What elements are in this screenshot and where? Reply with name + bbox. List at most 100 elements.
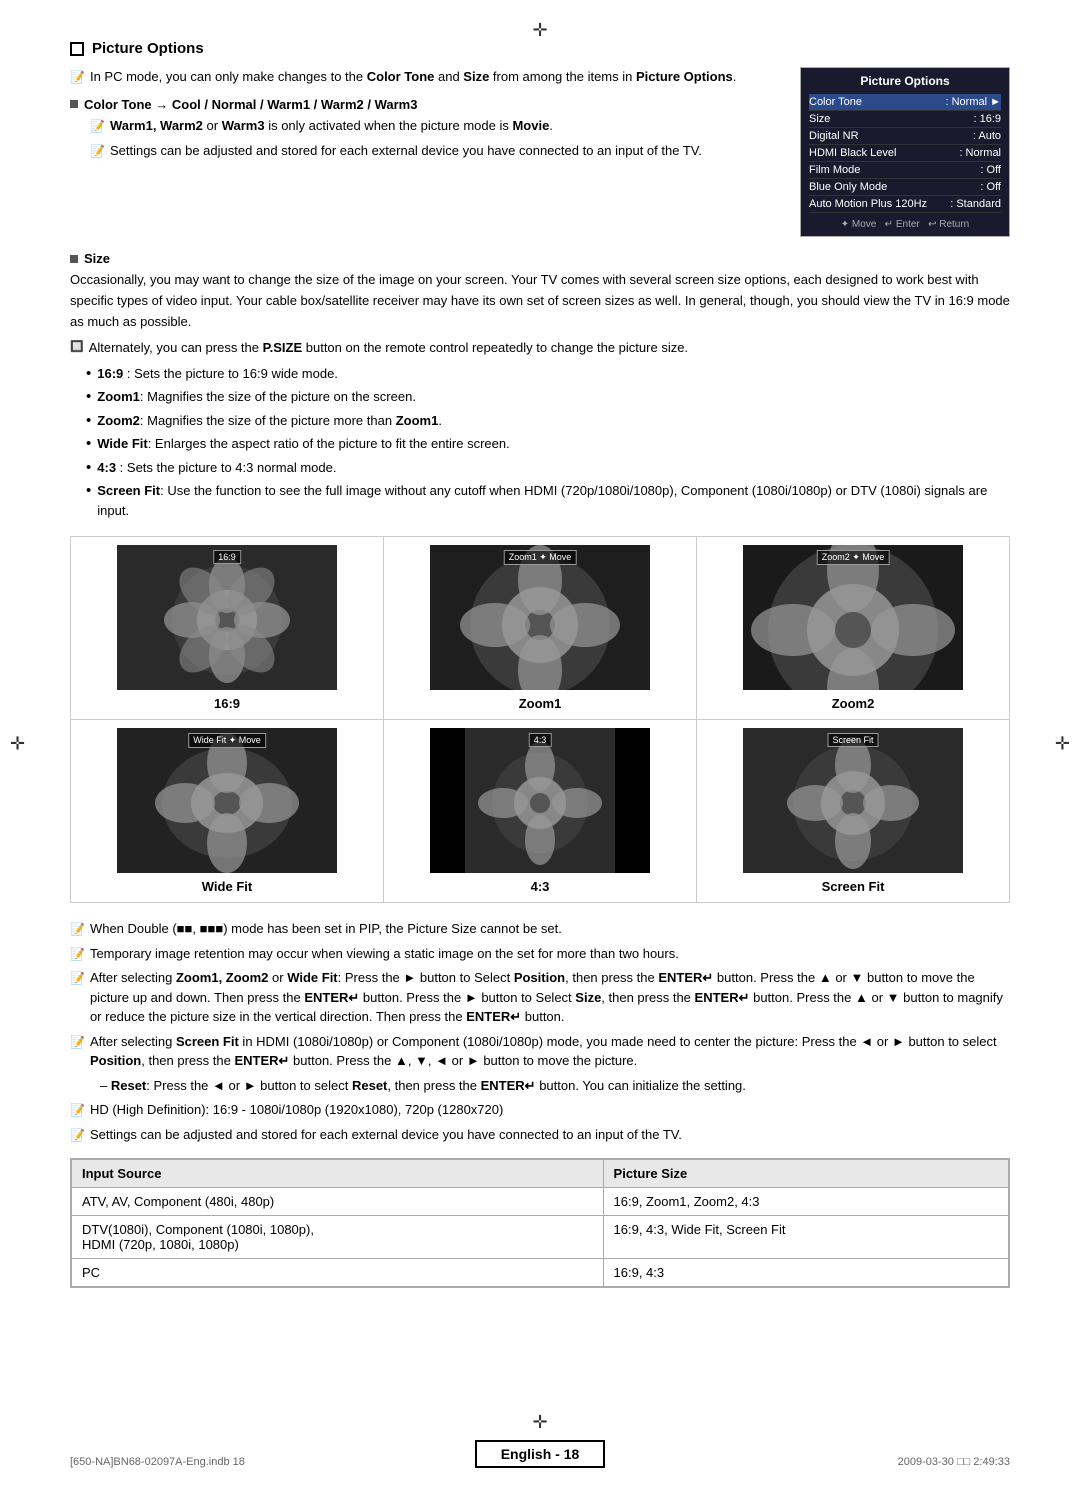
po-label-size: Size (809, 113, 830, 125)
bullet-zoom2: • Zoom2: Magnifies the size of the pictu… (86, 411, 1010, 431)
image-cell-43: 4:3 4 (384, 720, 697, 902)
img-tag-169: 16:9 (213, 550, 241, 564)
po-row-auto-motion: Auto Motion Plus 120Hz : Standard (809, 196, 1001, 213)
footer-english-label: English - 18 (475, 1440, 606, 1468)
table-cell-dtv-size: 16:9, 4:3, Wide Fit, Screen Fit (603, 1216, 1008, 1259)
note-symbol: 📝 (70, 68, 85, 86)
bullet-dot-zoom1: • (86, 387, 91, 407)
po-row-film-mode: Film Mode : Off (809, 162, 1001, 179)
bullet-dot-zoom2: • (86, 411, 91, 431)
po-label-auto-motion: Auto Motion Plus 120Hz (809, 198, 927, 210)
top-text: 📝 In PC mode, you can only make changes … (70, 67, 780, 237)
size-note-psize: 🔲 Alternately, you can press the P.SIZE … (70, 338, 1010, 358)
image-cell-zoom1: Zoom1 ✦ Move Zoom1 (384, 537, 697, 719)
img-label-screenfit: Screen Fit (822, 879, 885, 894)
flower-svg-zoom2 (743, 545, 963, 690)
po-row-digital-nr: Digital NR : Auto (809, 128, 1001, 145)
bottom-note-3: 📝 After selecting Zoom1, Zoom2 or Wide F… (70, 968, 1010, 1027)
section-heading: Picture Options (92, 40, 204, 57)
bn3-sym: 📝 (70, 969, 85, 987)
pc-mode-text: In PC mode, you can only make changes to… (90, 67, 736, 87)
table-row-atv: ATV, AV, Component (480i, 480p) 16:9, Zo… (72, 1188, 1009, 1216)
table-cell-atv-size: 16:9, Zoom1, Zoom2, 4:3 (603, 1188, 1008, 1216)
bn-hd-sym: 📝 (70, 1101, 85, 1119)
img-tag-zoom2: Zoom2 ✦ Move (817, 550, 890, 565)
size-section: Size Occasionally, you may want to chang… (70, 251, 1010, 520)
po-value-digital-nr: : Auto (973, 130, 1001, 142)
bottom-notes: 📝 When Double (■■, ■■■) mode has been se… (70, 919, 1010, 1144)
bullet-dot-widefit: • (86, 434, 91, 454)
po-value-color-tone: : Normal ► (945, 96, 1001, 108)
note-sym-2: 📝 (90, 142, 105, 160)
table-row-dtv: DTV(1080i), Component (1080i, 1080p),HDM… (72, 1216, 1009, 1259)
flower-image-screenfit: Screen Fit (743, 728, 963, 873)
note-sym-1: 📝 (90, 117, 105, 135)
color-tone-notes: 📝 Warm1, Warm2 or Warm3 is only activate… (70, 116, 780, 161)
img-label-zoom1: Zoom1 (519, 696, 562, 711)
images-row-1: 16:9 (71, 537, 1009, 720)
table-header-size: Picture Size (603, 1160, 1008, 1188)
image-cell-screenfit: Screen Fit Screen Fit (697, 720, 1009, 902)
flower-svg-169 (117, 545, 337, 690)
flower-image-zoom2: Zoom2 ✦ Move (743, 545, 963, 690)
images-grid: 16:9 (70, 536, 1010, 903)
table-cell-dtv-input: DTV(1080i), Component (1080i, 1080p),HDM… (72, 1216, 604, 1259)
size-heading: Size (70, 251, 1010, 266)
table-cell-pc-size: 16:9, 4:3 (603, 1259, 1008, 1287)
checkbox-icon (70, 42, 84, 56)
color-tone-heading: Color Tone → Cool / Normal / Warm1 / War… (70, 97, 780, 112)
bn2-sym: 📝 (70, 945, 85, 963)
flower-svg-zoom1 (430, 545, 650, 690)
bullet-zoom1: • Zoom1: Magnifies the size of the pictu… (86, 387, 1010, 407)
bn-settings-sym: 📝 (70, 1126, 85, 1144)
img-tag-screenfit: Screen Fit (827, 733, 878, 747)
po-box-title: Picture Options (809, 74, 1001, 88)
po-label-hdmi-black: HDMI Black Level (809, 147, 896, 159)
flower-svg-43 (430, 728, 650, 873)
input-source-table: Input Source Picture Size ATV, AV, Compo… (70, 1158, 1010, 1288)
flower-svg-widefit (117, 728, 337, 873)
image-cell-169: 16:9 (71, 537, 384, 719)
bullet-dot-169: • (86, 364, 91, 384)
pc-mode-note: 📝 In PC mode, you can only make changes … (70, 67, 780, 87)
po-label-color-tone: Color Tone (809, 96, 862, 108)
section-title: Picture Options (70, 40, 1010, 57)
po-row-blue-only: Blue Only Mode : Off (809, 179, 1001, 196)
size-intro: Occasionally, you may want to change the… (70, 270, 1010, 332)
crosshair-right-icon: ✛ (1055, 734, 1070, 755)
footer-left-text: [650-NA]BN68-02097A-Eng.indb 18 (70, 1456, 245, 1468)
po-value-film-mode: : Off (980, 164, 1001, 176)
bottom-note-4: 📝 After selecting Screen Fit in HDMI (10… (70, 1032, 1010, 1071)
po-value-size: : 16:9 (973, 113, 1001, 125)
footer-right-text: 2009-03-30 □□ 2:49:33 (898, 1456, 1010, 1468)
img-tag-zoom1: Zoom1 ✦ Move (504, 550, 577, 565)
crosshair-left-icon: ✛ (10, 734, 25, 755)
size-bullet-list: • 16:9 : Sets the picture to 16:9 wide m… (70, 364, 1010, 521)
po-label-film-mode: Film Mode (809, 164, 860, 176)
top-section: 📝 In PC mode, you can only make changes … (70, 67, 1010, 237)
bottom-note-reset: – Reset: Press the ◄ or ► button to sele… (70, 1076, 1010, 1096)
po-row-color-tone: Color Tone : Normal ► (809, 94, 1001, 111)
bottom-note-1: 📝 When Double (■■, ■■■) mode has been se… (70, 919, 1010, 939)
table-row-pc: PC 16:9, 4:3 (72, 1259, 1009, 1287)
po-value-auto-motion: : Standard (950, 198, 1001, 210)
flower-svg-screenfit (743, 728, 963, 873)
crosshair-bottom-icon: ✛ (532, 1412, 547, 1433)
table-cell-atv-input: ATV, AV, Component (480i, 480p) (72, 1188, 604, 1216)
po-row-size: Size : 16:9 (809, 111, 1001, 128)
bn1-sym: 📝 (70, 920, 85, 938)
images-row-2: Wide Fit ✦ Move Wide Fit (71, 720, 1009, 902)
bullet-widefit: • Wide Fit: Enlarges the aspect ratio of… (86, 434, 1010, 454)
color-tone-note-2: 📝 Settings can be adjusted and stored fo… (90, 141, 780, 161)
bottom-note-settings: 📝 Settings can be adjusted and stored fo… (70, 1125, 1010, 1145)
po-value-blue-only: : Off (980, 181, 1001, 193)
bottom-note-2: 📝 Temporary image retention may occur wh… (70, 944, 1010, 964)
po-label-blue-only: Blue Only Mode (809, 181, 887, 193)
bullet-square-icon (70, 100, 78, 108)
bullet-dot-screenfit: • (86, 481, 91, 501)
picture-options-box: Picture Options Color Tone : Normal ► Si… (800, 67, 1010, 237)
image-cell-widefit: Wide Fit ✦ Move Wide Fit (71, 720, 384, 902)
table-header-input: Input Source (72, 1160, 604, 1188)
table-cell-pc-input: PC (72, 1259, 604, 1287)
img-tag-43: 4:3 (529, 733, 552, 747)
